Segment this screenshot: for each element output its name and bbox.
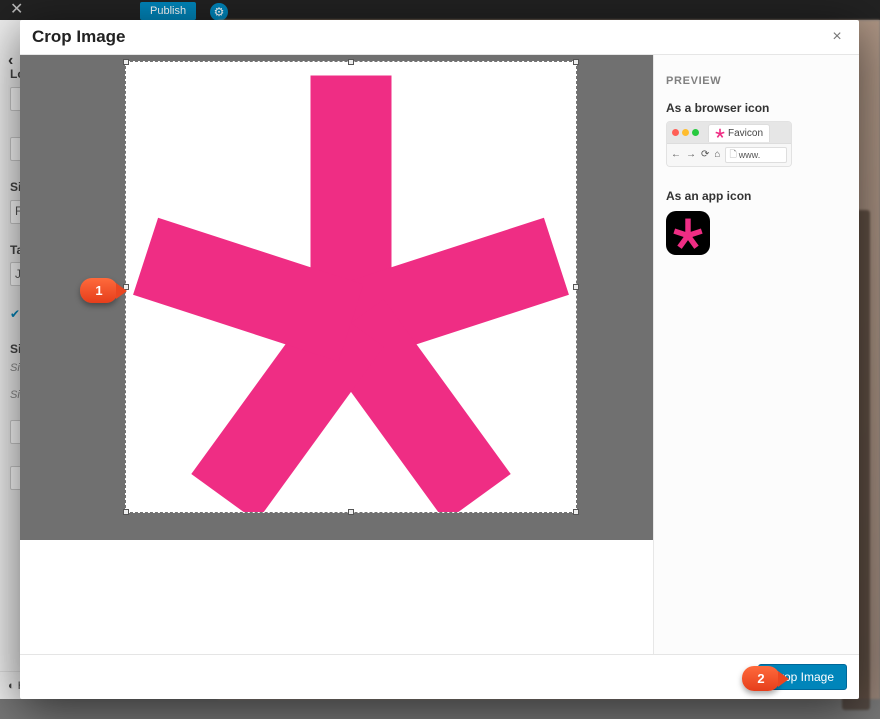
browser-toolbar: ← → ⟳ ⌂ 🗋 www.	[667, 143, 791, 166]
preview-browser-label: As a browser icon	[666, 101, 847, 115]
preview-heading: PREVIEW	[666, 75, 847, 87]
admin-bar: ✕	[0, 0, 880, 20]
crop-handle-e[interactable]	[573, 284, 579, 290]
address-bar: 🗋 www.	[725, 147, 787, 163]
favicon-icon	[715, 128, 725, 138]
window-traffic-lights	[667, 129, 704, 136]
close-icon[interactable]: ✕	[10, 3, 23, 17]
step-marker-1: 1	[80, 278, 118, 303]
app-icon-preview	[666, 211, 710, 255]
crop-handle-nw[interactable]	[123, 59, 129, 65]
modal-close-button[interactable]: ×	[827, 28, 847, 46]
preview-panel: PREVIEW As a browser icon	[653, 55, 859, 654]
reload-icon: ⟳	[701, 150, 709, 160]
crop-panel	[20, 55, 653, 654]
crop-image-modal: Crop Image ×	[20, 20, 859, 699]
step-marker-2: 2	[742, 666, 780, 691]
modal-header: Crop Image ×	[20, 20, 859, 55]
home-icon: ⌂	[714, 150, 720, 160]
modal-body: PREVIEW As a browser icon	[20, 55, 859, 654]
browser-tab-bar: Favicon	[667, 122, 791, 143]
modal-title: Crop Image	[32, 27, 126, 47]
traffic-yellow-icon	[682, 129, 689, 136]
page-icon: 🗋	[729, 147, 736, 163]
modal-footer: Crop Image	[20, 654, 859, 699]
address-text: www.	[739, 150, 761, 160]
crop-handle-ne[interactable]	[573, 59, 579, 65]
traffic-green-icon	[692, 129, 699, 136]
forward-icon: →	[686, 150, 696, 160]
crop-image-content	[126, 62, 576, 512]
crop-handle-n[interactable]	[348, 59, 354, 65]
browser-tab: Favicon	[708, 124, 770, 142]
browser-tab-title: Favicon	[728, 128, 763, 139]
browser-preview: Favicon ← → ⟳ ⌂ 🗋 www.	[666, 121, 792, 167]
crop-panel-spacer	[20, 540, 653, 654]
app-icon-graphic	[671, 216, 705, 250]
crop-handle-se[interactable]	[573, 509, 579, 515]
crop-selection[interactable]	[125, 61, 577, 513]
crop-handle-sw[interactable]	[123, 509, 129, 515]
crop-handle-s[interactable]	[348, 509, 354, 515]
preview-app-label: As an app icon	[666, 189, 847, 203]
back-icon: ←	[671, 150, 681, 160]
gear-icon[interactable]: ⚙	[210, 3, 228, 21]
publish-button[interactable]: Publish	[140, 2, 196, 20]
back-chevron-icon[interactable]: ‹	[8, 52, 13, 70]
traffic-red-icon	[672, 129, 679, 136]
